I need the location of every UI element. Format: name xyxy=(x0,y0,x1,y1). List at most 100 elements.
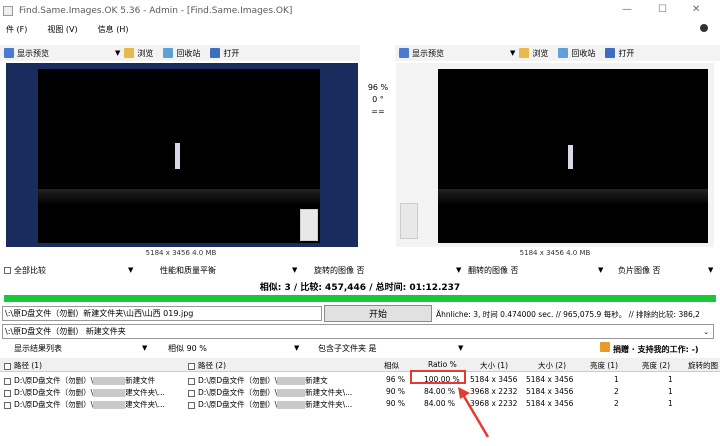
right-image-info: 5184 x 3456 4.0 MB xyxy=(519,249,591,257)
path2-text: D:\原D盘文件（勿删）\ xyxy=(198,376,278,385)
right-browse-button[interactable]: 浏览 xyxy=(519,48,548,59)
col-size2[interactable]: 大小 (2) xyxy=(538,360,566,371)
checkbox[interactable] xyxy=(4,266,11,274)
size2-cell: 5184 x 3456 xyxy=(526,387,574,396)
flipped-select[interactable]: 翻转的图像 否 xyxy=(468,265,519,276)
result-list-select[interactable]: 显示结果列表 xyxy=(14,343,62,354)
col-path2[interactable]: 路径 (2) xyxy=(188,360,226,371)
left-preview-toggle[interactable]: 显示预览 xyxy=(4,48,49,59)
dropdown-arrow-icon[interactable]: ▼ xyxy=(128,266,133,274)
table-row[interactable]: D:\原D盘文件（勿删）\ 新建文件 D:\原D盘文件（勿删）\ 新建文 96 % 100… xyxy=(0,373,720,385)
similarity-threshold-select[interactable]: 相似 90 % xyxy=(168,343,207,354)
annotation-arrow xyxy=(458,387,490,438)
status-line: 相似: 3 / 比较: 457,446 / 总时间: 01:12.237 xyxy=(259,283,461,293)
left-browse-button[interactable]: 浏览 xyxy=(124,48,153,59)
donate-icon xyxy=(600,341,610,352)
chevron-down-icon[interactable]: ⌄ xyxy=(703,328,709,336)
open-icon xyxy=(605,48,616,58)
menu-view[interactable]: 视图 (V) xyxy=(47,24,77,35)
path1-cell: D:\原D盘文件（勿删）\ 建文件夹\... xyxy=(4,399,165,410)
col-bright1[interactable]: 亮度 (1) xyxy=(590,360,618,371)
minimize-button[interactable]: — xyxy=(622,4,632,15)
balance-select[interactable]: 性能和质量平衡 xyxy=(160,265,216,276)
col-similar[interactable]: 相似 xyxy=(384,360,399,371)
col-path1[interactable]: 路径 (1) xyxy=(4,360,42,371)
start-button[interactable]: 开始 xyxy=(324,305,432,322)
right-browse-label: 浏览 xyxy=(532,48,549,58)
col-path2-label: 路径 (2) xyxy=(198,361,227,370)
checkbox[interactable] xyxy=(188,389,195,397)
table-row[interactable]: D:\原D盘文件（勿删）\ 建文件夹\... D:\原D盘文件（勿删）\ 新建文件夹\… xyxy=(0,397,720,409)
dropdown-arrow-icon[interactable]: ▼ xyxy=(598,266,603,274)
equal-sign: == xyxy=(371,107,385,116)
right-preview-toggle[interactable]: 显示预览 xyxy=(399,48,444,59)
path2-text: D:\原D盘文件（勿删）\ xyxy=(198,400,278,409)
checkbox[interactable] xyxy=(4,362,11,370)
path1-tail: 新建文件 xyxy=(125,376,156,385)
donate-link[interactable]: 捐赠 · 支持我的工作: -) xyxy=(600,341,699,355)
subfolders-select[interactable]: 包含子文件夹 是 xyxy=(318,343,377,354)
checkbox[interactable] xyxy=(188,401,195,409)
left-preview-label: 显示预览 xyxy=(17,48,49,58)
table-row[interactable]: D:\原D盘文件（勿删）\ 建文件夹\... D:\原D盘文件（勿删）\ 新建文件夹\… xyxy=(0,385,720,397)
dropdown-arrow-icon[interactable]: ▼ xyxy=(708,266,713,274)
bright2-cell: 1 xyxy=(668,387,673,396)
dropdown-arrow-icon[interactable]: ▼ xyxy=(510,49,515,57)
close-button[interactable]: ✕ xyxy=(692,4,700,15)
right-image xyxy=(438,69,708,243)
maximize-button[interactable]: ☐ xyxy=(658,4,667,15)
negative-select[interactable]: 负片图像 否 xyxy=(618,265,661,276)
preview-icon xyxy=(399,48,409,58)
dropdown-arrow-icon[interactable]: ▼ xyxy=(115,49,120,57)
rotated-select[interactable]: 旋转的图像 否 xyxy=(314,265,365,276)
open-icon xyxy=(210,48,221,58)
folder-icon xyxy=(519,48,530,58)
col-rotated[interactable]: 旋转的图 xyxy=(688,360,718,371)
left-image-info: 5184 x 3456 4.0 MB xyxy=(145,249,217,257)
size2-cell: 5184 x 3456 xyxy=(526,399,574,408)
left-open-button[interactable]: 打开 xyxy=(210,48,239,59)
bright2-cell: 1 xyxy=(668,375,673,384)
bright1-cell: 2 xyxy=(614,387,619,396)
path1-tail: 建文件夹\... xyxy=(125,400,165,409)
col-ratio[interactable]: Ratio % xyxy=(428,360,457,369)
dropdown-arrow-icon[interactable]: ▼ xyxy=(292,266,297,274)
compare-mode-label: 全部比较 xyxy=(14,265,46,275)
redacted-block xyxy=(93,401,126,409)
dropdown-arrow-icon[interactable]: ▼ xyxy=(458,344,463,352)
col-size1[interactable]: 大小 (1) xyxy=(480,360,508,371)
menu-file[interactable]: 件 (F) xyxy=(6,24,27,35)
path1-text: D:\原D盘文件（勿删）\ xyxy=(14,376,94,385)
checkbox[interactable] xyxy=(4,401,11,409)
checkbox[interactable] xyxy=(188,377,195,385)
folder-path-field[interactable]: \:\原D盘文件（勿删） 新建文件夹 ⌄ xyxy=(2,324,714,339)
current-path-field[interactable]: \:\原D盘文件（勿删）新建文件夹\山西\山西 019.jpg xyxy=(2,306,322,321)
dropdown-arrow-icon[interactable]: ▼ xyxy=(142,344,147,352)
checkbox[interactable] xyxy=(188,362,195,370)
checkbox[interactable] xyxy=(4,389,11,397)
bright1-cell: 2 xyxy=(614,399,619,408)
checkbox[interactable] xyxy=(4,377,11,385)
dropdown-arrow-icon[interactable]: ▼ xyxy=(456,266,461,274)
dropdown-arrow-icon[interactable]: ▼ xyxy=(294,344,299,352)
center-info: 96 % 0 ° == xyxy=(362,82,394,118)
left-recycle-button[interactable]: 回收站 xyxy=(163,48,200,59)
menu-info[interactable]: 信息 (H) xyxy=(98,24,129,35)
col-bright2[interactable]: 亮度 (2) xyxy=(642,360,670,371)
preview-icon xyxy=(4,48,14,58)
rotation-degree: 0 ° xyxy=(372,95,384,104)
right-toolbar: 显示预览 ▼ 浏览 回收站 打开 xyxy=(395,45,720,61)
folder-path-text: \:\原D盘文件（勿删） 新建文件夹 xyxy=(5,327,126,336)
right-open-button[interactable]: 打开 xyxy=(605,48,634,59)
redacted-block xyxy=(277,401,306,409)
stats-text: Ähnliche: 3, 时间 0.474000 sec. // 965,075… xyxy=(436,310,700,319)
left-image-pane[interactable] xyxy=(6,63,358,247)
compare-mode-select[interactable]: 全部比较 xyxy=(4,265,46,276)
redacted-block xyxy=(277,377,306,385)
similar-cell: 90 % xyxy=(386,387,406,396)
similar-cell: 90 % xyxy=(386,399,406,408)
left-image xyxy=(38,69,320,243)
right-recycle-button[interactable]: 回收站 xyxy=(558,48,595,59)
right-image-pane[interactable] xyxy=(396,63,714,247)
left-toolbar: 显示预览 ▼ 浏览 回收站 打开 xyxy=(0,45,360,61)
